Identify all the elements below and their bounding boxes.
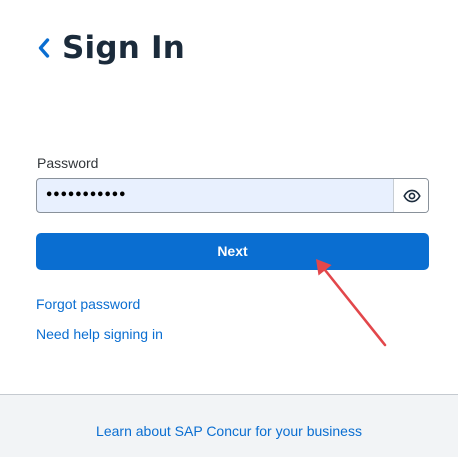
password-field bbox=[36, 178, 429, 213]
back-button[interactable] bbox=[36, 34, 52, 62]
show-password-button[interactable] bbox=[394, 179, 428, 212]
header: Sign In bbox=[36, 28, 185, 68]
password-label: Password bbox=[37, 155, 99, 171]
help-signing-in-link[interactable]: Need help signing in bbox=[36, 326, 163, 342]
chevron-left-icon bbox=[38, 38, 50, 58]
sign-in-page: Sign In Password Next Forgot password Ne… bbox=[0, 0, 458, 457]
red-arrow-annotation bbox=[316, 259, 387, 347]
footer: Learn about SAP Concur for your business bbox=[0, 394, 458, 457]
page-title: Sign In bbox=[62, 30, 186, 66]
next-button[interactable]: Next bbox=[36, 233, 429, 270]
password-input[interactable] bbox=[37, 179, 393, 212]
eye-icon bbox=[402, 189, 421, 202]
learn-about-sap-concur-link[interactable]: Learn about SAP Concur for your business bbox=[0, 423, 458, 439]
forgot-password-link[interactable]: Forgot password bbox=[36, 296, 140, 312]
